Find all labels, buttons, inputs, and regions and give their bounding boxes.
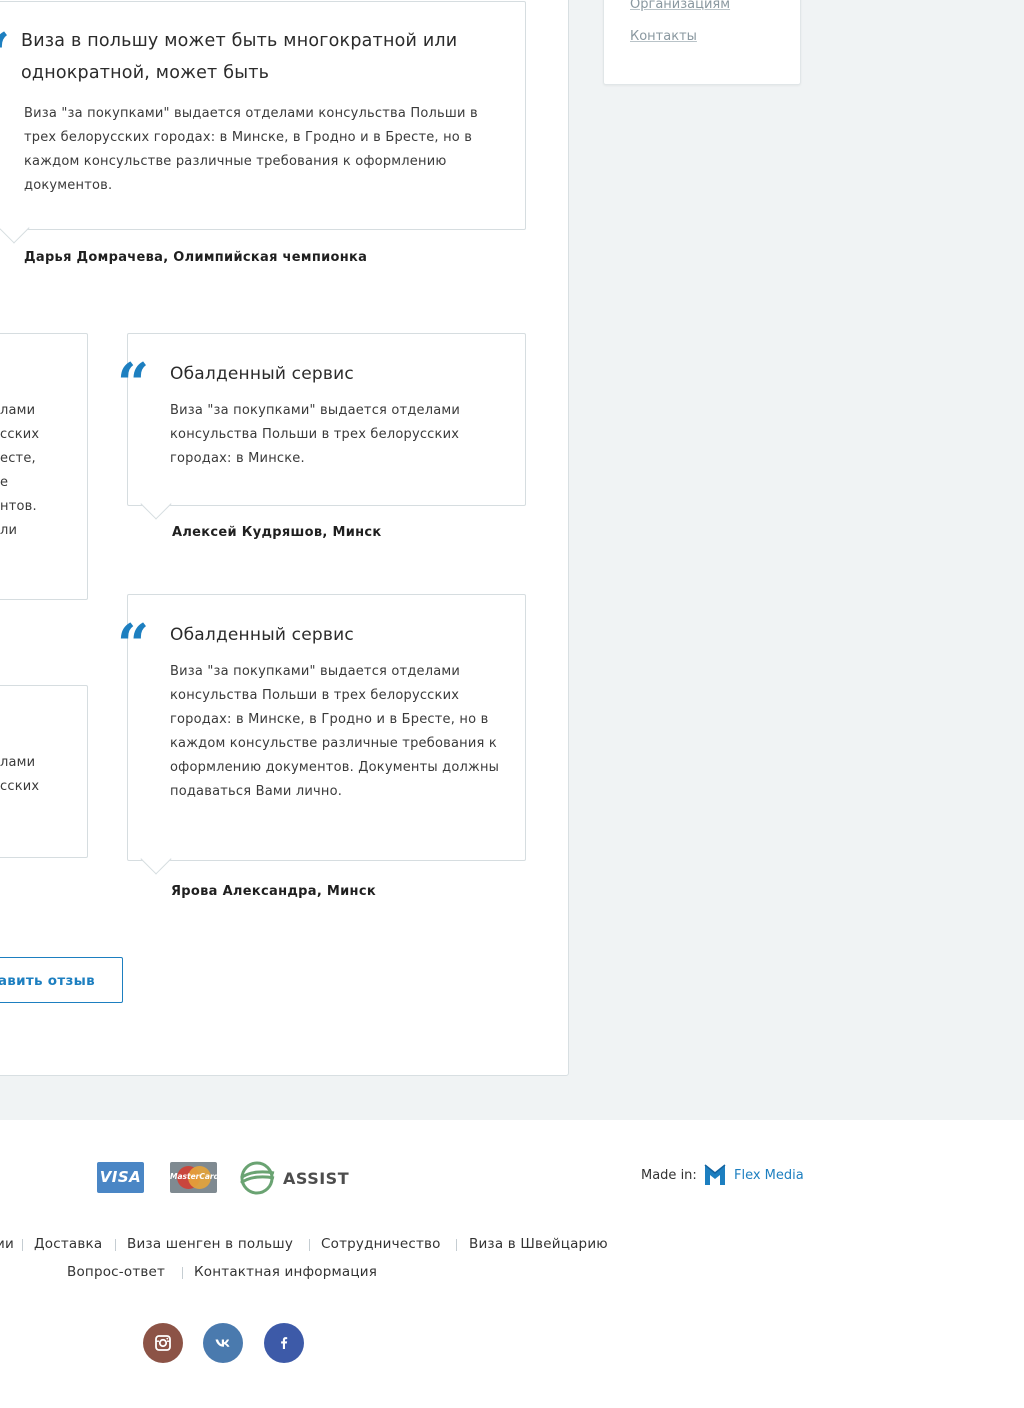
- review-text: Виза "за покупками" выдается отделами ко…: [170, 403, 461, 466]
- assist-emblem-icon: [240, 1161, 275, 1195]
- nav-separator: [309, 1239, 310, 1251]
- assist-logo: ASSIST: [238, 1161, 350, 1195]
- footer-link-cooperation[interactable]: Сотрудничество: [321, 1236, 441, 1252]
- leave-review-button-label: авить отзыв: [0, 973, 95, 989]
- nav-separator: [456, 1239, 457, 1251]
- nav-separator: [115, 1239, 116, 1251]
- mastercard-logo: MasterCard: [170, 1162, 217, 1193]
- sidebar-link-organizations[interactable]: Организациям: [630, 0, 730, 12]
- footer-link[interactable]: ии: [0, 1236, 14, 1252]
- footer-link-faq[interactable]: Вопрос-ответ: [67, 1264, 165, 1280]
- visa-logo: VISA: [97, 1162, 144, 1193]
- footer-link-contact-info[interactable]: Контактная информация: [194, 1264, 377, 1280]
- vk-button[interactable]: [203, 1323, 243, 1363]
- review-text-partial: лами сских: [0, 755, 40, 794]
- quote-icon: “: [117, 612, 150, 678]
- flex-media-logo-icon[interactable]: [703, 1163, 727, 1187]
- sidebar-link-contacts[interactable]: Контакты: [630, 29, 697, 44]
- featured-review-text: Виза "за покупками" выдается отделами ко…: [24, 106, 478, 193]
- quote-icon: “: [0, 26, 10, 82]
- review-title: Обалденный сервис: [170, 625, 354, 645]
- vk-icon: [215, 1339, 230, 1347]
- nav-separator: [182, 1267, 183, 1279]
- quote-icon: “: [117, 351, 150, 417]
- footer-link-delivery[interactable]: Доставка: [34, 1236, 102, 1252]
- review-author: Алексей Кудряшов, Минск: [172, 525, 382, 540]
- footer-link-schengen-poland[interactable]: Виза шенген в польшу: [127, 1236, 293, 1252]
- facebook-button[interactable]: [264, 1323, 304, 1363]
- footer-link-switzerland-visa[interactable]: Виза в Швейцарию: [469, 1236, 608, 1252]
- featured-review-author: Дарья Домрачева, Олимпийская чемпионка: [24, 250, 368, 265]
- instagram-button[interactable]: [143, 1323, 183, 1363]
- facebook-icon: [281, 1337, 288, 1349]
- made-in-label: Made in:: [641, 1168, 697, 1183]
- review-author: Ярова Александра, Минск: [171, 884, 376, 899]
- review-text: Виза "за покупками" выдается отделами ко…: [170, 664, 500, 799]
- review-title: Обалденный сервис: [170, 364, 354, 384]
- nav-separator: [22, 1239, 23, 1251]
- review-text-partial: лами сских есте, е нтов. ли: [0, 403, 40, 538]
- instagram-icon: [155, 1335, 171, 1351]
- featured-review-title: Виза в польшу может быть многократной ил…: [21, 31, 458, 83]
- leave-review-button[interactable]: авить отзыв: [0, 957, 123, 1003]
- flex-media-link[interactable]: Flex Media: [734, 1168, 804, 1183]
